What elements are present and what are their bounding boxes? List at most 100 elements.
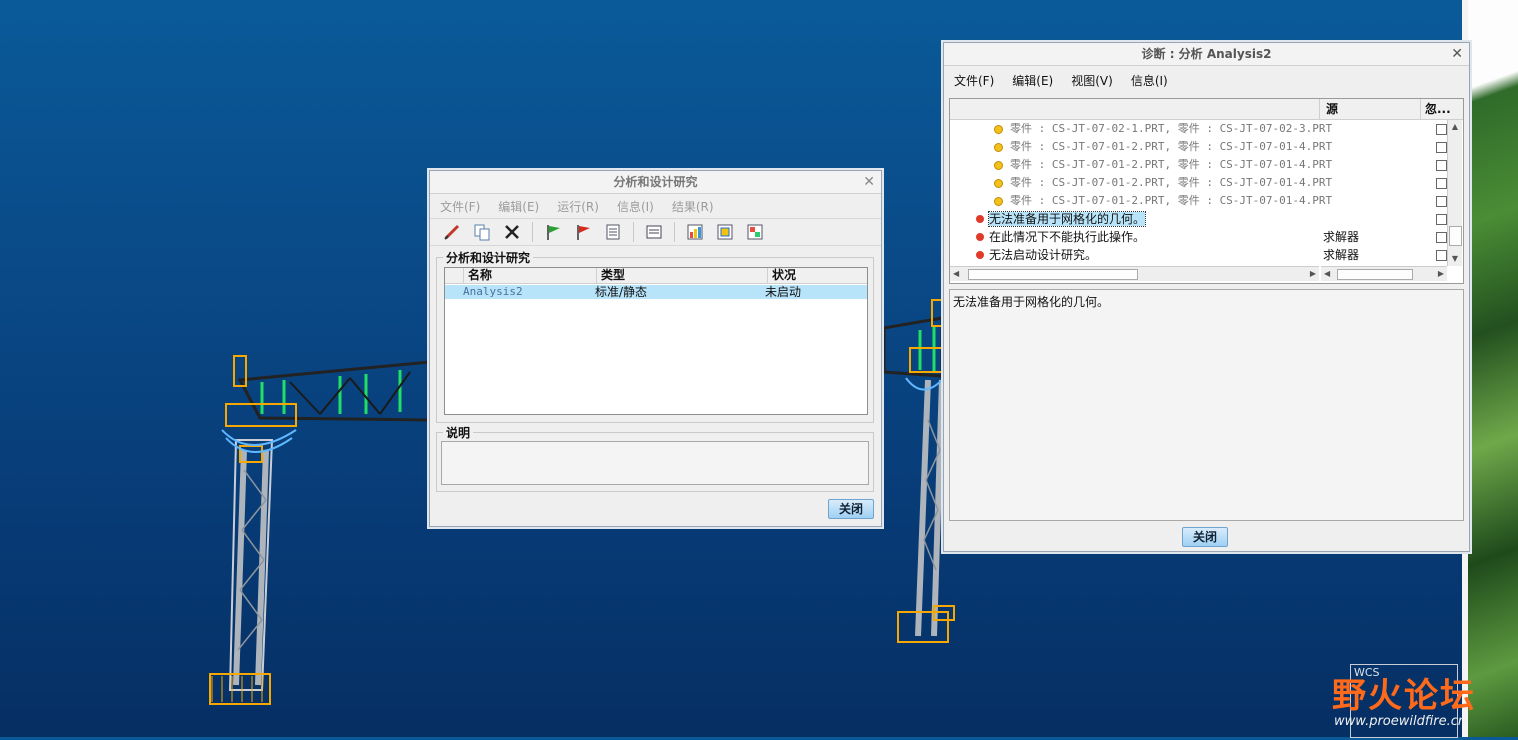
diagnostic-message: 在此情况下不能执行此操作。	[989, 230, 1146, 244]
ignore-checkbox[interactable]	[1436, 250, 1447, 261]
diagnostic-source: 求解器	[1323, 230, 1360, 244]
warning-icon	[994, 179, 1003, 188]
table-row[interactable]: 零件 : CS-JT-07-01-2.PRT, 零件 : CS-JT-07-01…	[950, 138, 1448, 156]
diagnostic-detail-text: 无法准备用于网格化的几何。	[953, 295, 1110, 309]
menu-info[interactable]: 信息(I)	[617, 198, 654, 215]
horizontal-scrollbar-source[interactable]: ◀ ▶	[1321, 266, 1447, 281]
study-type: 标准/静态	[595, 285, 648, 299]
table-row[interactable]: Analysis2 标准/静态 未启动	[445, 285, 867, 299]
analysis-window-titlebar: 分析和设计研究 ✕	[430, 171, 881, 194]
diagnostic-message: 无法启动设计研究。	[989, 248, 1098, 262]
diagnostic-detail-panel: 无法准备用于网格化的几何。	[949, 289, 1464, 521]
table-row[interactable]: 零件 : CS-JT-07-02-1.PRT, 零件 : CS-JT-07-02…	[950, 120, 1448, 138]
description-group: 说明	[436, 424, 874, 492]
table-row[interactable]: 在此情况下不能执行此操作。 求解器	[950, 228, 1448, 246]
diagnostic-message: 零件 : CS-JT-07-02-1.PRT, 零件 : CS-JT-07-02…	[1010, 122, 1333, 135]
warning-icon	[994, 161, 1003, 170]
copy-icon[interactable]	[470, 221, 494, 243]
column-message[interactable]	[950, 99, 1320, 119]
table-row[interactable]: 零件 : CS-JT-07-01-2.PRT, 零件 : CS-JT-07-01…	[950, 174, 1448, 192]
diagnostic-message: 无法准备用于网格化的几何。	[987, 211, 1147, 227]
forum-brand: 野火论坛	[1332, 676, 1476, 716]
list-icon[interactable]	[601, 221, 625, 243]
studies-group: 分析和设计研究 名称 类型 状况 Analysis2 标准/静态 未启动	[436, 249, 874, 423]
results-icon-1[interactable]	[683, 221, 707, 243]
column-ignore[interactable]: 忽...	[1421, 99, 1463, 119]
scroll-left-icon[interactable]: ◀	[953, 267, 959, 281]
column-status[interactable]: 状况	[768, 268, 867, 283]
error-icon	[976, 251, 984, 259]
diagnostic-message: 零件 : CS-JT-07-01-2.PRT, 零件 : CS-JT-07-01…	[1010, 194, 1333, 207]
start-flag-icon[interactable]	[541, 221, 565, 243]
description-group-label: 说明	[443, 424, 474, 441]
analysis-toolbar	[430, 218, 881, 246]
menu-edit[interactable]: 编辑(E)	[498, 198, 539, 215]
delete-icon[interactable]	[500, 221, 524, 243]
warning-icon	[994, 143, 1003, 152]
description-field[interactable]	[441, 441, 869, 485]
menu-file[interactable]: 文件(F)	[440, 198, 480, 215]
ignore-checkbox[interactable]	[1436, 142, 1447, 153]
studies-group-label: 分析和设计研究	[443, 249, 534, 266]
table-row[interactable]: 无法准备用于网格化的几何。	[950, 210, 1448, 228]
table-row[interactable]: 无法启动设计研究。 求解器	[950, 246, 1448, 264]
study-name: Analysis2	[463, 285, 523, 298]
forum-url: www.proewildfire.cn	[1334, 714, 1467, 729]
status-icon[interactable]	[642, 221, 666, 243]
close-button[interactable]: 关闭	[828, 499, 874, 519]
analysis-studies-window: 分析和设计研究 ✕ 文件(F) 编辑(E) 运行(R) 信息(I) 结果(R)	[429, 170, 882, 527]
scrollbar-thumb[interactable]	[1337, 269, 1413, 280]
close-icon[interactable]: ✕	[863, 171, 875, 193]
warning-icon	[994, 125, 1003, 134]
error-icon	[976, 233, 984, 241]
table-row[interactable]: 零件 : CS-JT-07-01-2.PRT, 零件 : CS-JT-07-01…	[950, 192, 1448, 210]
diagnostic-message: 零件 : CS-JT-07-01-2.PRT, 零件 : CS-JT-07-01…	[1010, 158, 1333, 171]
diagnostics-table: 源 忽... 零件 : CS-JT-07-02-1.PRT, 零件 : CS-J…	[949, 98, 1464, 284]
diagnostic-source: 求解器	[1323, 248, 1360, 262]
results-icon-2[interactable]	[713, 221, 737, 243]
menu-edit[interactable]: 编辑(E)	[1012, 72, 1053, 89]
column-name[interactable]: 名称	[464, 268, 597, 283]
scrollbar-thumb[interactable]	[1449, 226, 1462, 246]
studies-table: 名称 类型 状况 Analysis2 标准/静态 未启动	[444, 267, 868, 415]
menu-results[interactable]: 结果(R)	[672, 198, 714, 215]
column-type[interactable]: 类型	[597, 268, 768, 283]
forum-logo: 野火论坛 www.proewildfire.cn	[1332, 668, 1502, 734]
horizontal-scrollbar-message[interactable]: ◀ ▶	[950, 266, 1319, 281]
vertical-scrollbar[interactable]: ▲ ▼	[1447, 120, 1462, 266]
ignore-checkbox[interactable]	[1436, 160, 1447, 171]
diagnostics-rows: 零件 : CS-JT-07-02-1.PRT, 零件 : CS-JT-07-02…	[950, 120, 1448, 266]
ignore-checkbox[interactable]	[1436, 232, 1447, 243]
ignore-checkbox[interactable]	[1436, 214, 1447, 225]
table-row[interactable]: 零件 : CS-JT-07-01-2.PRT, 零件 : CS-JT-07-01…	[950, 156, 1448, 174]
ignore-checkbox[interactable]	[1436, 196, 1447, 207]
analysis-window-title: 分析和设计研究	[613, 175, 698, 189]
error-icon	[976, 215, 984, 223]
menu-file[interactable]: 文件(F)	[954, 72, 994, 89]
close-button[interactable]: 关闭	[1182, 527, 1228, 547]
scroll-right-icon[interactable]: ▶	[1310, 267, 1316, 281]
close-icon[interactable]: ✕	[1451, 43, 1463, 65]
diagnostic-message: 零件 : CS-JT-07-01-2.PRT, 零件 : CS-JT-07-01…	[1010, 176, 1333, 189]
pencil-icon[interactable]	[440, 221, 464, 243]
column-source[interactable]: 源	[1320, 99, 1421, 119]
study-status: 未启动	[765, 285, 802, 299]
scrollbar-thumb[interactable]	[968, 269, 1138, 280]
warning-icon	[994, 197, 1003, 206]
scroll-right-icon[interactable]: ▶	[1438, 267, 1444, 281]
background-foliage	[1462, 0, 1518, 737]
scroll-up-icon[interactable]: ▲	[1448, 120, 1462, 134]
stop-flag-icon[interactable]	[571, 221, 595, 243]
results-icon-3[interactable]	[743, 221, 767, 243]
diagnostics-window: 诊断 : 分析 Analysis2 ✕ 文件(F) 编辑(E) 视图(V) 信息…	[943, 42, 1470, 552]
ignore-checkbox[interactable]	[1436, 178, 1447, 189]
ignore-checkbox[interactable]	[1436, 124, 1447, 135]
scroll-down-icon[interactable]: ▼	[1448, 252, 1462, 266]
scroll-left-icon[interactable]: ◀	[1324, 267, 1330, 281]
menu-view[interactable]: 视图(V)	[1071, 72, 1113, 89]
diagnostic-message: 零件 : CS-JT-07-01-2.PRT, 零件 : CS-JT-07-01…	[1010, 140, 1333, 153]
diagnostics-titlebar: 诊断 : 分析 Analysis2 ✕	[944, 43, 1469, 66]
menu-run[interactable]: 运行(R)	[557, 198, 599, 215]
diagnostics-window-title: 诊断 : 分析 Analysis2	[1141, 47, 1272, 61]
menu-info[interactable]: 信息(I)	[1131, 72, 1168, 89]
